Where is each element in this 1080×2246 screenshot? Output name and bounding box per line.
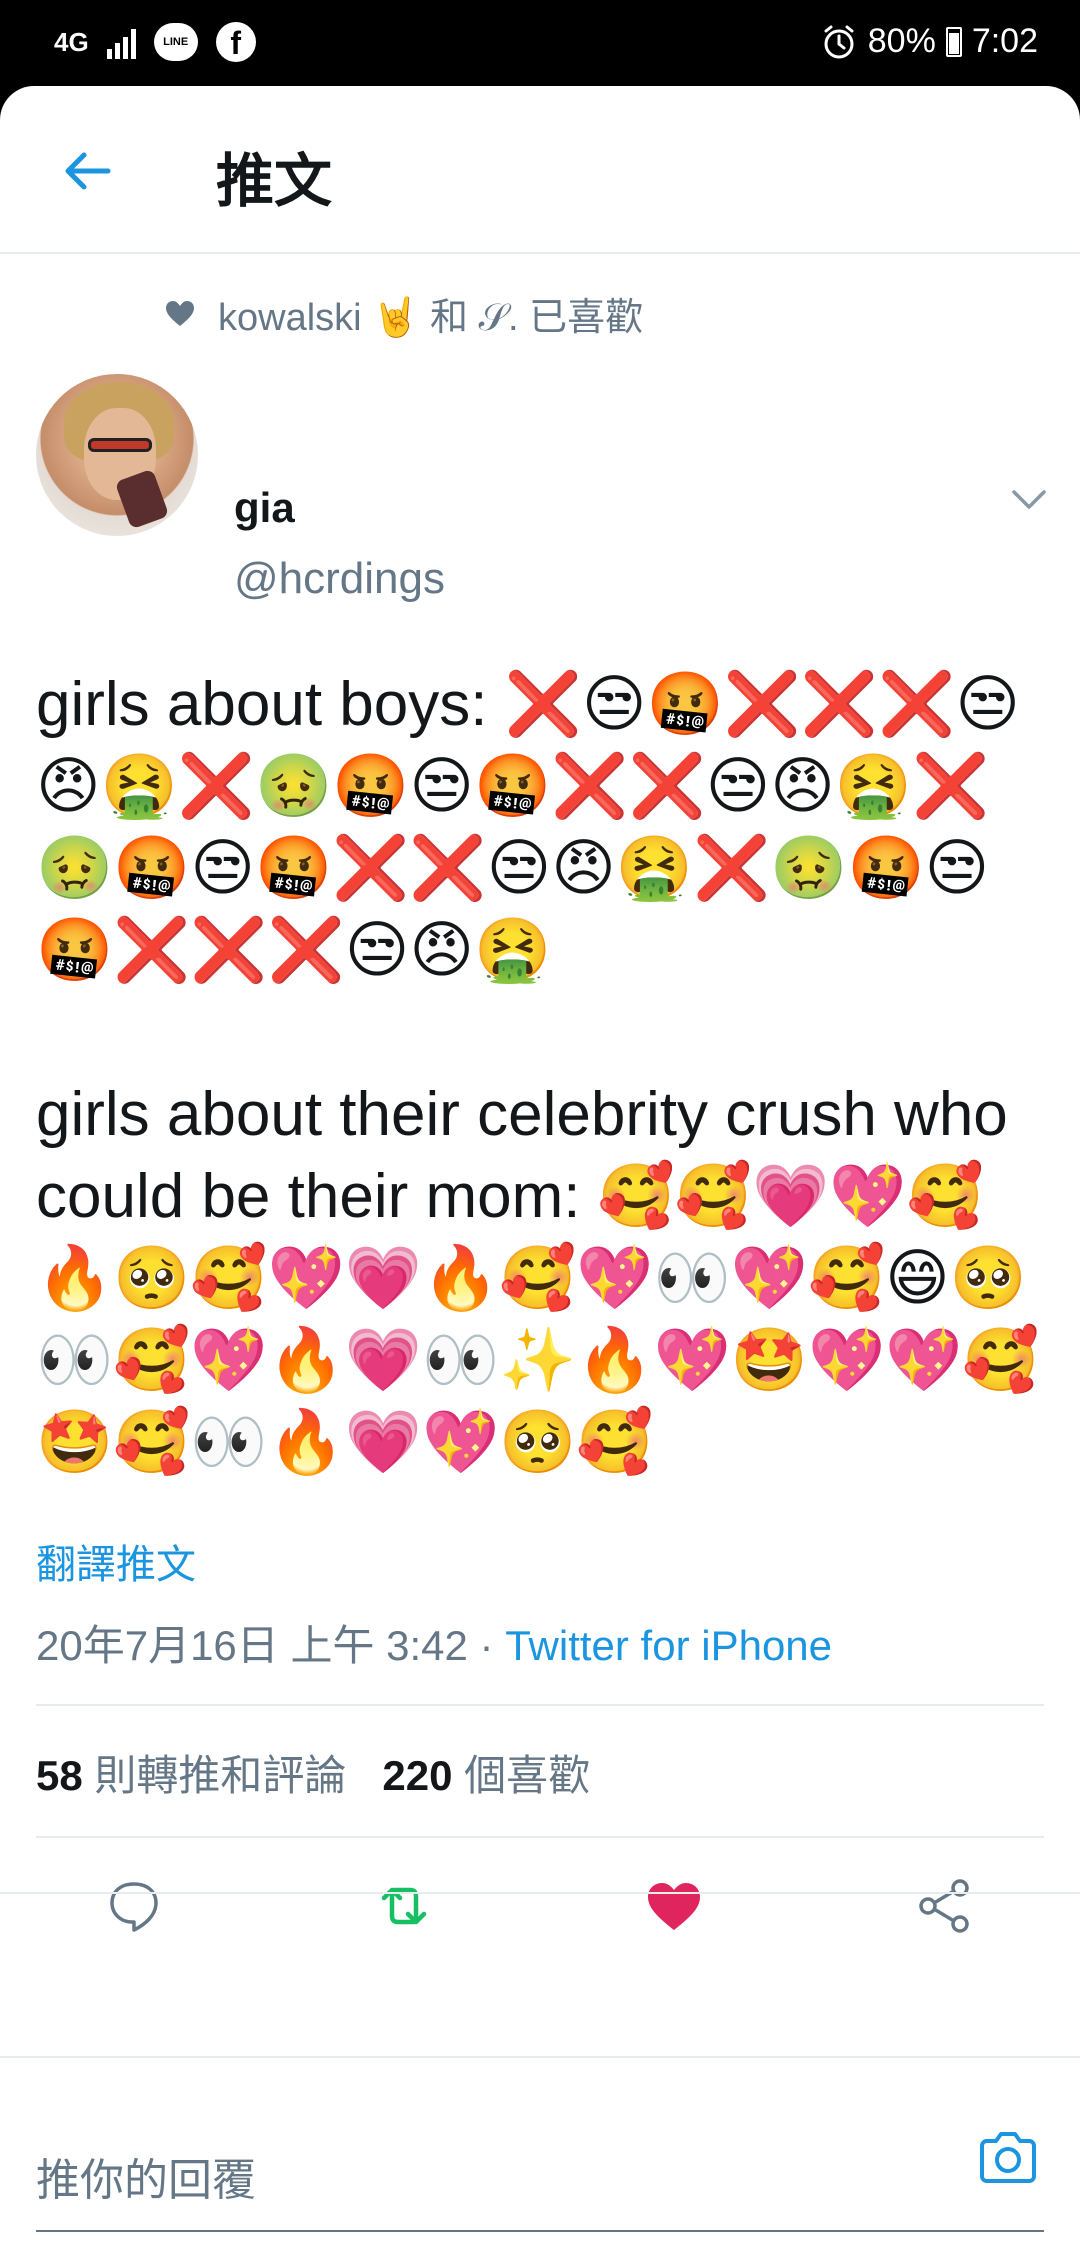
battery-icon bbox=[945, 26, 962, 57]
share-icon[interactable] bbox=[914, 1876, 974, 1936]
top-app-bar: 推文 bbox=[0, 86, 1080, 254]
page-title: 推文 bbox=[216, 149, 333, 214]
liked-by-text: kowalski 🤘 和 𝒮. 已喜歡 bbox=[218, 297, 644, 339]
status-bar: 4G LINE f 80% 7:02 bbox=[0, 0, 1080, 88]
battery-percent: 80% bbox=[867, 22, 936, 60]
divider bbox=[36, 1704, 1044, 1706]
source-link[interactable]: Twitter for iPhone bbox=[505, 1622, 832, 1669]
like-icon[interactable] bbox=[644, 1876, 704, 1936]
retweets-label: 則轉推和評論 bbox=[94, 1752, 347, 1799]
author-handle[interactable]: @hcrdings bbox=[234, 554, 445, 604]
chevron-down-icon[interactable] bbox=[1010, 488, 1048, 512]
divider bbox=[36, 1836, 1044, 1838]
timestamp: 20年7月16日 上午 3:42 · bbox=[36, 1622, 506, 1669]
tweet-text: girls about boys: ❌😒🤬❌❌❌😒😠🤮❌🤢🤬😒🤬❌❌😒😠🤮❌🤢🤬… bbox=[36, 670, 1040, 1477]
likes-label: 個喜歡 bbox=[464, 1752, 591, 1799]
retweets-stat[interactable]: 58 則轉推和評論 bbox=[36, 1752, 346, 1799]
clock: 7:02 bbox=[971, 22, 1038, 60]
facebook-icon: f bbox=[215, 22, 256, 62]
author-name[interactable]: gia bbox=[234, 484, 295, 532]
avatar[interactable] bbox=[36, 374, 198, 536]
divider bbox=[0, 2056, 1080, 2058]
tweet-detail-screen: 推文 kowalski 🤘 和 𝒮. 已喜歡 gia @hcrdings gir… bbox=[0, 86, 1080, 2246]
tweet-stats: 58 則轉推和評論 220 個喜歡 bbox=[36, 1742, 590, 1803]
reply-input-underline bbox=[36, 2230, 1044, 2232]
signal-icon bbox=[106, 25, 136, 59]
likes-stat[interactable]: 220 個喜歡 bbox=[382, 1752, 590, 1799]
network-type: 4G bbox=[54, 27, 89, 57]
reply-icon[interactable] bbox=[104, 1876, 164, 1936]
back-arrow-icon[interactable] bbox=[52, 136, 122, 206]
retweet-icon[interactable] bbox=[374, 1876, 434, 1936]
tweet-action-bar bbox=[0, 1876, 1080, 1933]
tweet-meta: 20年7月16日 上午 3:42 · Twitter for iPhone bbox=[36, 1612, 832, 1673]
translate-tweet-link[interactable]: 翻譯推文 bbox=[36, 1532, 196, 1590]
liked-by-context[interactable]: kowalski 🤘 和 𝒮. 已喜歡 bbox=[164, 286, 643, 341]
divider bbox=[0, 1892, 1080, 1894]
reply-input[interactable]: 推你的回覆 bbox=[36, 2144, 256, 2208]
camera-icon[interactable] bbox=[976, 2126, 1040, 2190]
heart-icon bbox=[166, 300, 194, 326]
likes-count: 220 bbox=[382, 1752, 453, 1799]
alarm-icon bbox=[824, 25, 854, 58]
line-icon: LINE bbox=[153, 23, 198, 61]
retweets-count: 58 bbox=[36, 1752, 83, 1799]
